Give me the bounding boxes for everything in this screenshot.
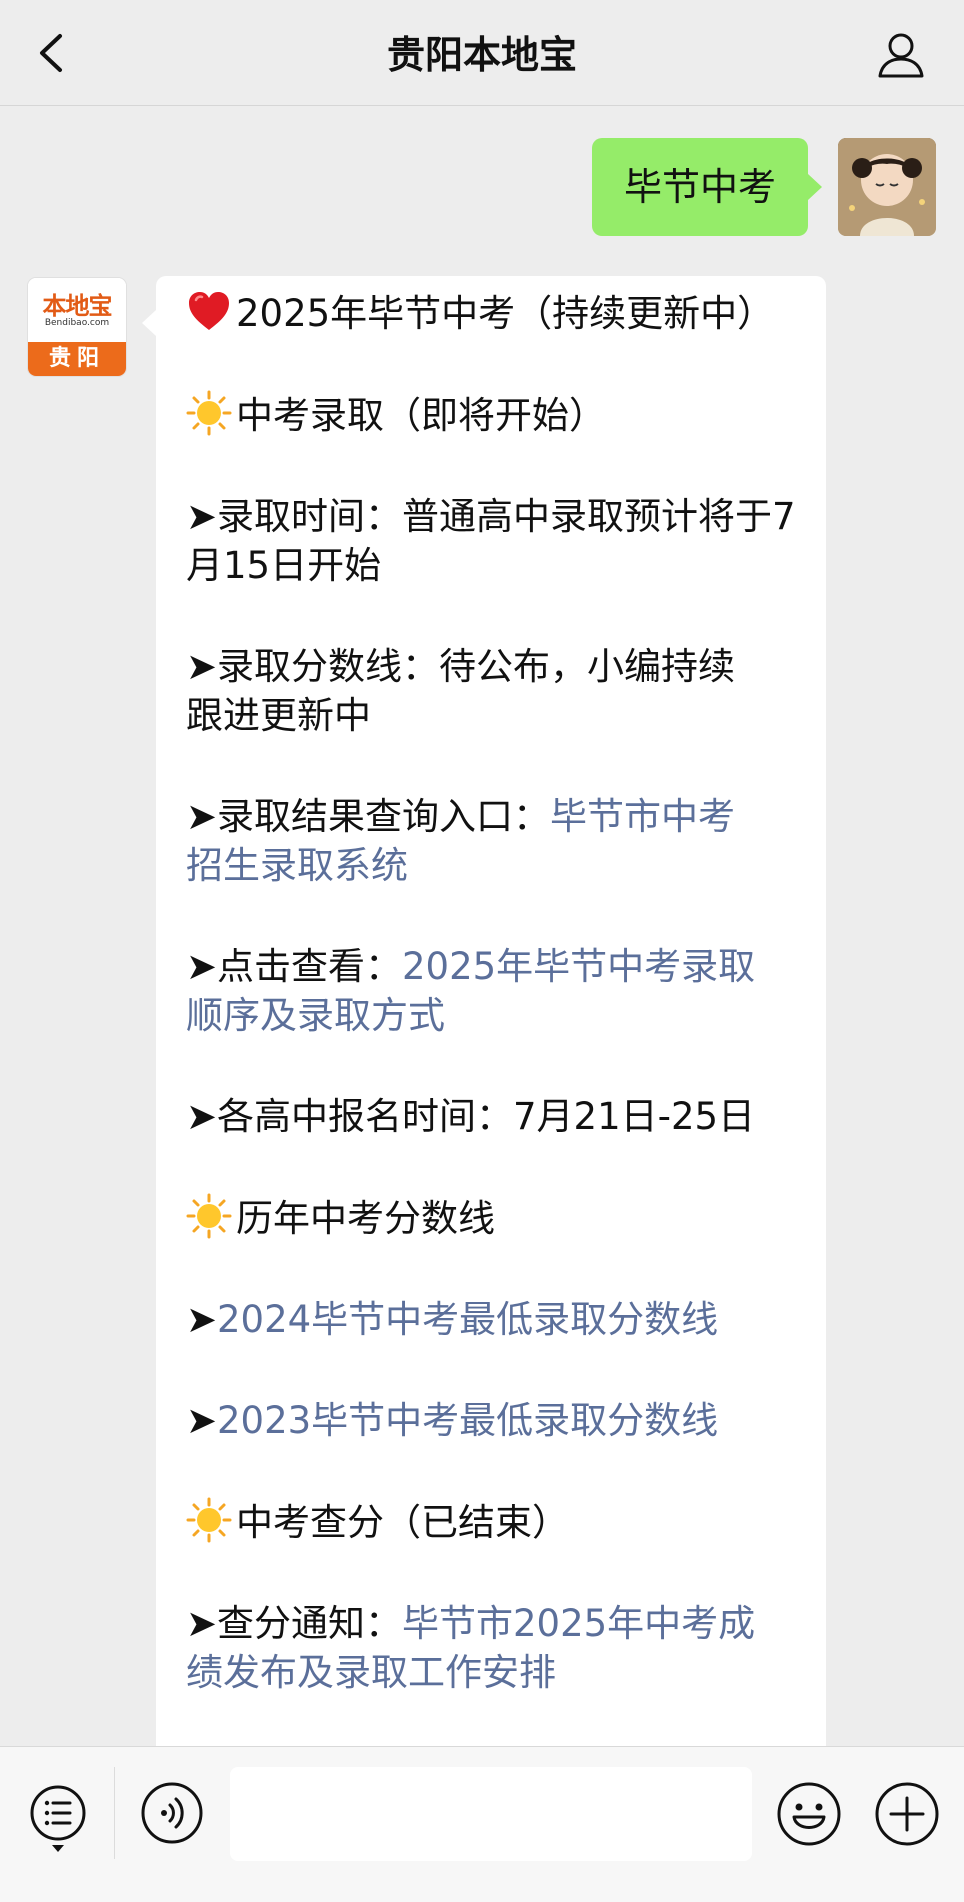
admission-score-line-2: 跟进更新中 — [186, 694, 371, 737]
score-notice-link-cont[interactable]: 绩发布及录取工作安排 — [186, 1651, 556, 1694]
profile-button[interactable] — [876, 30, 926, 80]
section-history-line: 历年中考分数线 — [186, 1193, 800, 1243]
nav-bar: 贵阳本地宝 — [0, 0, 964, 106]
bot-avatar[interactable]: 本地宝 Bendibao.com 贵阳 — [28, 278, 126, 376]
signup-time: ➤各高中报名时间：7月21日-25日 — [186, 1095, 756, 1138]
view-order-line-2: 顺序及录取方式 — [186, 991, 800, 1040]
result-query-line: ➤录取结果查询入口：毕节市中考 — [186, 792, 800, 841]
view-order-link[interactable]: 2025年毕节中考录取 — [402, 945, 755, 988]
score-notice-link[interactable]: 毕节市2025年中考成 — [402, 1602, 755, 1645]
heart-icon — [189, 292, 229, 330]
input-bar — [0, 1746, 964, 1902]
bot-avatar-city: 贵阳 — [28, 342, 126, 376]
score-notice-line: ➤查分通知：毕节市2025年中考成 — [186, 1599, 800, 1648]
voice-button[interactable] — [140, 1781, 204, 1845]
voice-icon — [141, 1782, 203, 1844]
section-score: 中考查分（已结束） — [236, 1501, 569, 1544]
history-2024-link[interactable]: 2024毕节中考最低录取分数线 — [217, 1298, 718, 1341]
person-icon — [878, 33, 924, 78]
result-query-line-2: 招生录取系统 — [186, 841, 800, 890]
divider — [114, 1767, 115, 1859]
sun-icon — [186, 1193, 232, 1239]
message-title: 2025年毕节中考（持续更新中） — [236, 292, 775, 335]
sun-icon — [186, 390, 232, 436]
view-prefix: ➤点击查看： — [186, 945, 403, 988]
admission-score-line-1: ➤录取分数线：待公布，小编持续 — [186, 645, 736, 688]
chat-area[interactable]: 毕节中考 本地宝 Bendibao.com 贵阳 2025年毕节中考（持续更新中… — [0, 106, 964, 1746]
message-input[interactable] — [230, 1767, 752, 1861]
user-avatar-illustration — [838, 138, 936, 236]
score-notice-line-2: 绩发布及录取工作安排 — [186, 1648, 800, 1697]
view-order-line: ➤点击查看：2025年毕节中考录取 — [186, 942, 800, 991]
bendibao-logo: 本地宝 Bendibao.com — [28, 278, 126, 342]
admission-time: ➤录取时间：普通高中录取预计将于7月15日开始 — [186, 495, 796, 587]
arrow-bullet: ➤ — [186, 1399, 218, 1442]
section-score-line: 中考查分（已结束） — [186, 1497, 800, 1547]
plus-icon — [875, 1782, 939, 1846]
bot-message-bubble: 2025年毕节中考（持续更新中） 中考录取（即将开始） ➤录取时间：普通高中录取… — [142, 276, 826, 1746]
emoji-button[interactable] — [776, 1781, 842, 1847]
page-title: 贵阳本地宝 — [386, 33, 577, 77]
result-query-prefix: ➤录取结果查询入口： — [186, 795, 551, 838]
user-avatar[interactable] — [838, 138, 936, 236]
score-notice-prefix: ➤查分通知： — [186, 1602, 403, 1645]
history-2023-link[interactable]: 2023毕节中考最低录取分数线 — [217, 1399, 718, 1442]
history-2023-line: ➤2023毕节中考最低录取分数线 — [186, 1396, 800, 1445]
history-2024-line: ➤2024毕节中考最低录取分数线 — [186, 1295, 800, 1344]
menu-button[interactable] — [28, 1783, 88, 1855]
message-title-line: 2025年毕节中考（持续更新中） — [186, 288, 800, 338]
arrow-bullet: ➤ — [186, 1298, 218, 1341]
smiley-icon — [777, 1782, 841, 1846]
view-order-link-cont[interactable]: 顺序及录取方式 — [186, 994, 445, 1037]
more-button[interactable] — [874, 1781, 940, 1847]
section-history: 历年中考分数线 — [236, 1197, 495, 1240]
result-query-link[interactable]: 毕节市中考 — [550, 795, 735, 838]
list-menu-icon — [30, 1785, 86, 1852]
section-admission: 中考录取（即将开始） — [236, 394, 606, 437]
user-message-bubble[interactable]: 毕节中考 — [591, 138, 823, 236]
sun-icon — [186, 1497, 232, 1543]
result-query-link-cont[interactable]: 招生录取系统 — [186, 844, 408, 887]
section-admission-line: 中考录取（即将开始） — [186, 390, 800, 440]
